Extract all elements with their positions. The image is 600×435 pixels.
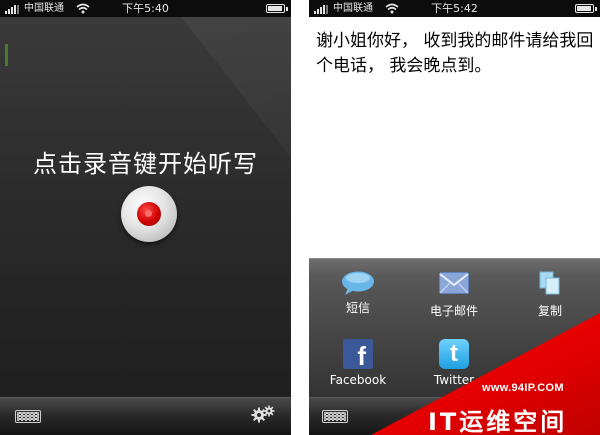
- transcribed-text[interactable]: 谢小姐你好， 收到我的邮件请给我回个电话， 我会晚点到。: [316, 29, 596, 79]
- watermark-text: IT运维空间: [428, 408, 568, 435]
- copy-icon: [539, 271, 560, 295]
- keyboard-icon[interactable]: [15, 410, 41, 423]
- sms-bubble-icon: [341, 271, 375, 295]
- share-copy-label: 复制: [537, 304, 562, 318]
- screenshot-stage: 中国联通 下午5:40 点击录音键开始听写 中国联通 下午5:42 谢小姐你好，…: [0, 0, 600, 435]
- status-time: 下午5:42: [431, 2, 478, 15]
- share-email-button[interactable]: 电子邮件: [409, 271, 499, 319]
- share-copy-button[interactable]: 复制: [505, 271, 595, 319]
- share-facebook-button[interactable]: f Facebook: [313, 339, 403, 387]
- gears-icon[interactable]: [251, 404, 275, 424]
- facebook-icon: f: [343, 339, 373, 369]
- battery-icon: [266, 4, 288, 13]
- transcription-area: 谢小姐你好， 收到我的邮件请给我回个电话， 我会晚点到。: [309, 17, 600, 258]
- watermark-url: www.94IP.COM: [482, 382, 564, 394]
- share-facebook-label: Facebook: [329, 373, 387, 387]
- phone-screen-dictation: 中国联通 下午5:40 点击录音键开始听写: [0, 0, 291, 435]
- status-bar: 中国联通 下午5:40: [0, 0, 291, 17]
- battery-icon: [575, 4, 597, 13]
- share-sms-label: 短信: [345, 301, 370, 315]
- share-email-label: 电子邮件: [429, 304, 478, 318]
- record-icon: [137, 202, 161, 226]
- email-envelope-icon: [439, 272, 469, 294]
- dictation-prompt: 点击录音键开始听写: [33, 150, 258, 178]
- record-button[interactable]: [121, 186, 177, 242]
- share-sms-button[interactable]: 短信: [313, 271, 403, 316]
- audio-level-indicator: [5, 44, 8, 66]
- status-time: 下午5:40: [122, 2, 169, 15]
- keyboard-icon[interactable]: [322, 410, 348, 423]
- status-bar: 中国联通 下午5:42: [309, 0, 600, 17]
- twitter-icon: t: [439, 339, 469, 369]
- bottom-toolbar: [0, 397, 291, 435]
